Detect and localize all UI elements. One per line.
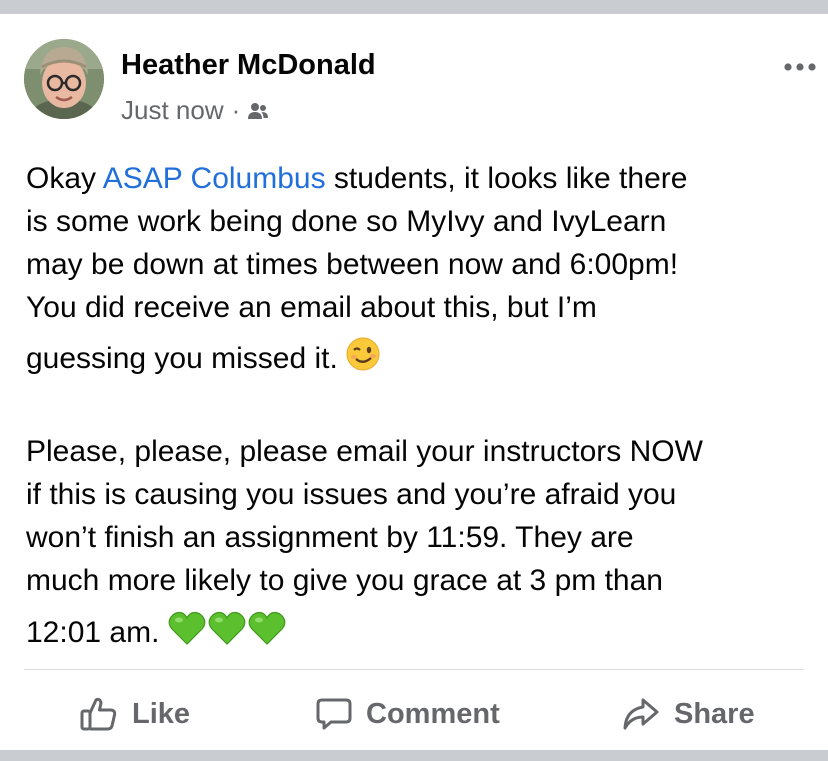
text-segment: guessing you missed it. [26, 342, 347, 375]
text-line: You did receive an email about this, but… [26, 291, 597, 324]
author-name[interactable]: Heather McDonald [121, 49, 376, 82]
share-label: Share [674, 697, 755, 730]
timestamp[interactable]: Just now [121, 95, 224, 126]
winking-face-emoji [346, 337, 380, 383]
author-avatar[interactable] [24, 39, 104, 119]
post-body: Okay ASAP Columbus students, it looks li… [26, 157, 806, 658]
post-actions-bar: Like Comment Share [0, 684, 828, 744]
text-line: may be down at times between now and 6:0… [26, 248, 679, 281]
post-card: Heather McDonald Just now · Okay ASAP Co… [0, 14, 828, 750]
text-line: much more likely to give you grace at 3 … [26, 564, 663, 598]
share-button[interactable]: Share [622, 684, 755, 744]
page-link-asap-columbus[interactable]: ASAP Columbus [103, 162, 326, 195]
like-button[interactable]: Like [80, 684, 190, 744]
avatar-image [24, 39, 104, 119]
comment-button[interactable]: Comment [316, 684, 500, 744]
green-heart-emoji [168, 610, 206, 658]
text-line: if this is causing you issues and you’re… [26, 478, 677, 512]
post-meta: Just now · [121, 95, 270, 126]
green-heart-emoji-group [168, 611, 288, 649]
text-line: 12:01 am. [26, 610, 806, 658]
like-label: Like [132, 697, 191, 730]
green-heart-emoji [248, 610, 286, 658]
text-line: won’t finish an assignment by 11:59. The… [26, 521, 634, 555]
post-paragraph-1: Okay ASAP Columbus students, it looks li… [26, 157, 806, 383]
text-line: is some work being done so MyIvy and Ivy… [26, 205, 667, 238]
text-line: Okay ASAP Columbus students, it looks li… [26, 157, 806, 200]
thumbs-up-icon [80, 697, 117, 731]
post-paragraph-2: Please, please, please email your instru… [26, 430, 806, 658]
text-segment: students, it looks like there [325, 162, 688, 195]
post-header: Heather McDonald Just now · [24, 39, 816, 125]
friends-icon[interactable] [246, 99, 270, 123]
text-segment: 12:01 am. [26, 616, 168, 649]
text-line: Please, please, please email your instru… [26, 435, 703, 469]
text-segment: Okay [26, 162, 103, 195]
post-divider [24, 669, 804, 670]
comment-bubble-icon [316, 698, 352, 730]
share-arrow-icon [623, 698, 659, 730]
comment-label: Comment [366, 697, 500, 730]
more-options-icon[interactable] [780, 55, 820, 79]
green-heart-emoji [208, 610, 246, 658]
meta-separator: · [231, 95, 241, 125]
text-line: guessing you missed it. [26, 337, 806, 383]
